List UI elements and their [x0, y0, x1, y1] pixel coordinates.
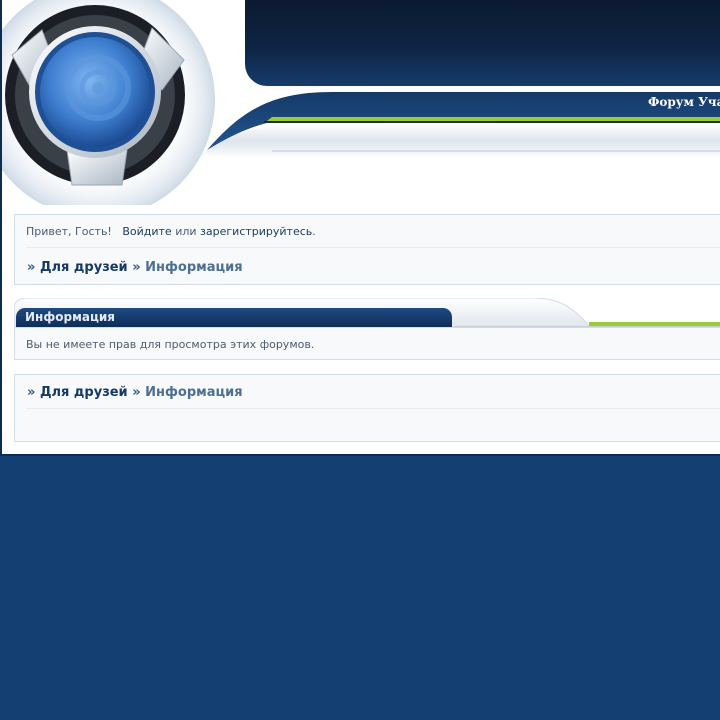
info-section-header: Информация: [14, 298, 720, 328]
bottom-breadcrumb-panel: » Для друзей » Информация: [14, 374, 720, 442]
breadcrumb-item-info[interactable]: Информация: [145, 260, 243, 275]
or-text: или: [175, 225, 197, 238]
breadcrumb: » Для друзей » Информация: [27, 260, 243, 275]
logo-lens-icon: [2, 0, 215, 205]
header: Форум Учас: [2, 0, 720, 205]
breadcrumb-separator: »: [132, 385, 141, 400]
no-permission-message: Вы не имеете прав для просмотра этих фор…: [26, 338, 315, 351]
breadcrumb-bottom: » Для друзей » Информация: [27, 385, 243, 400]
info-section-tab: Информация: [16, 308, 452, 327]
page-container: Форум Учас: [0, 0, 720, 456]
forum-title[interactable]: Форум Учас: [648, 95, 720, 109]
divider: [26, 408, 720, 409]
period-text: .: [312, 225, 316, 238]
welcome-line: Привет, Гость! Войдите или зарегистрируй…: [26, 225, 316, 238]
breadcrumb-item-friends[interactable]: Для друзей: [40, 385, 128, 400]
login-link[interactable]: Войдите: [122, 225, 171, 238]
breadcrumb-separator: »: [27, 260, 36, 275]
greeting-text: Привет, Гость!: [26, 225, 112, 238]
breadcrumb-separator: »: [132, 260, 141, 275]
info-panel: Вы не имеете прав для просмотра этих фор…: [14, 327, 720, 360]
breadcrumb-item-info[interactable]: Информация: [145, 385, 243, 400]
divider: [26, 247, 720, 248]
welcome-panel: Привет, Гость! Войдите или зарегистрируй…: [14, 214, 720, 285]
breadcrumb-separator: »: [27, 385, 36, 400]
breadcrumb-item-friends[interactable]: Для друзей: [40, 260, 128, 275]
register-link[interactable]: зарегистрируйтесь: [200, 225, 312, 238]
info-section-title: Информация: [25, 310, 115, 324]
